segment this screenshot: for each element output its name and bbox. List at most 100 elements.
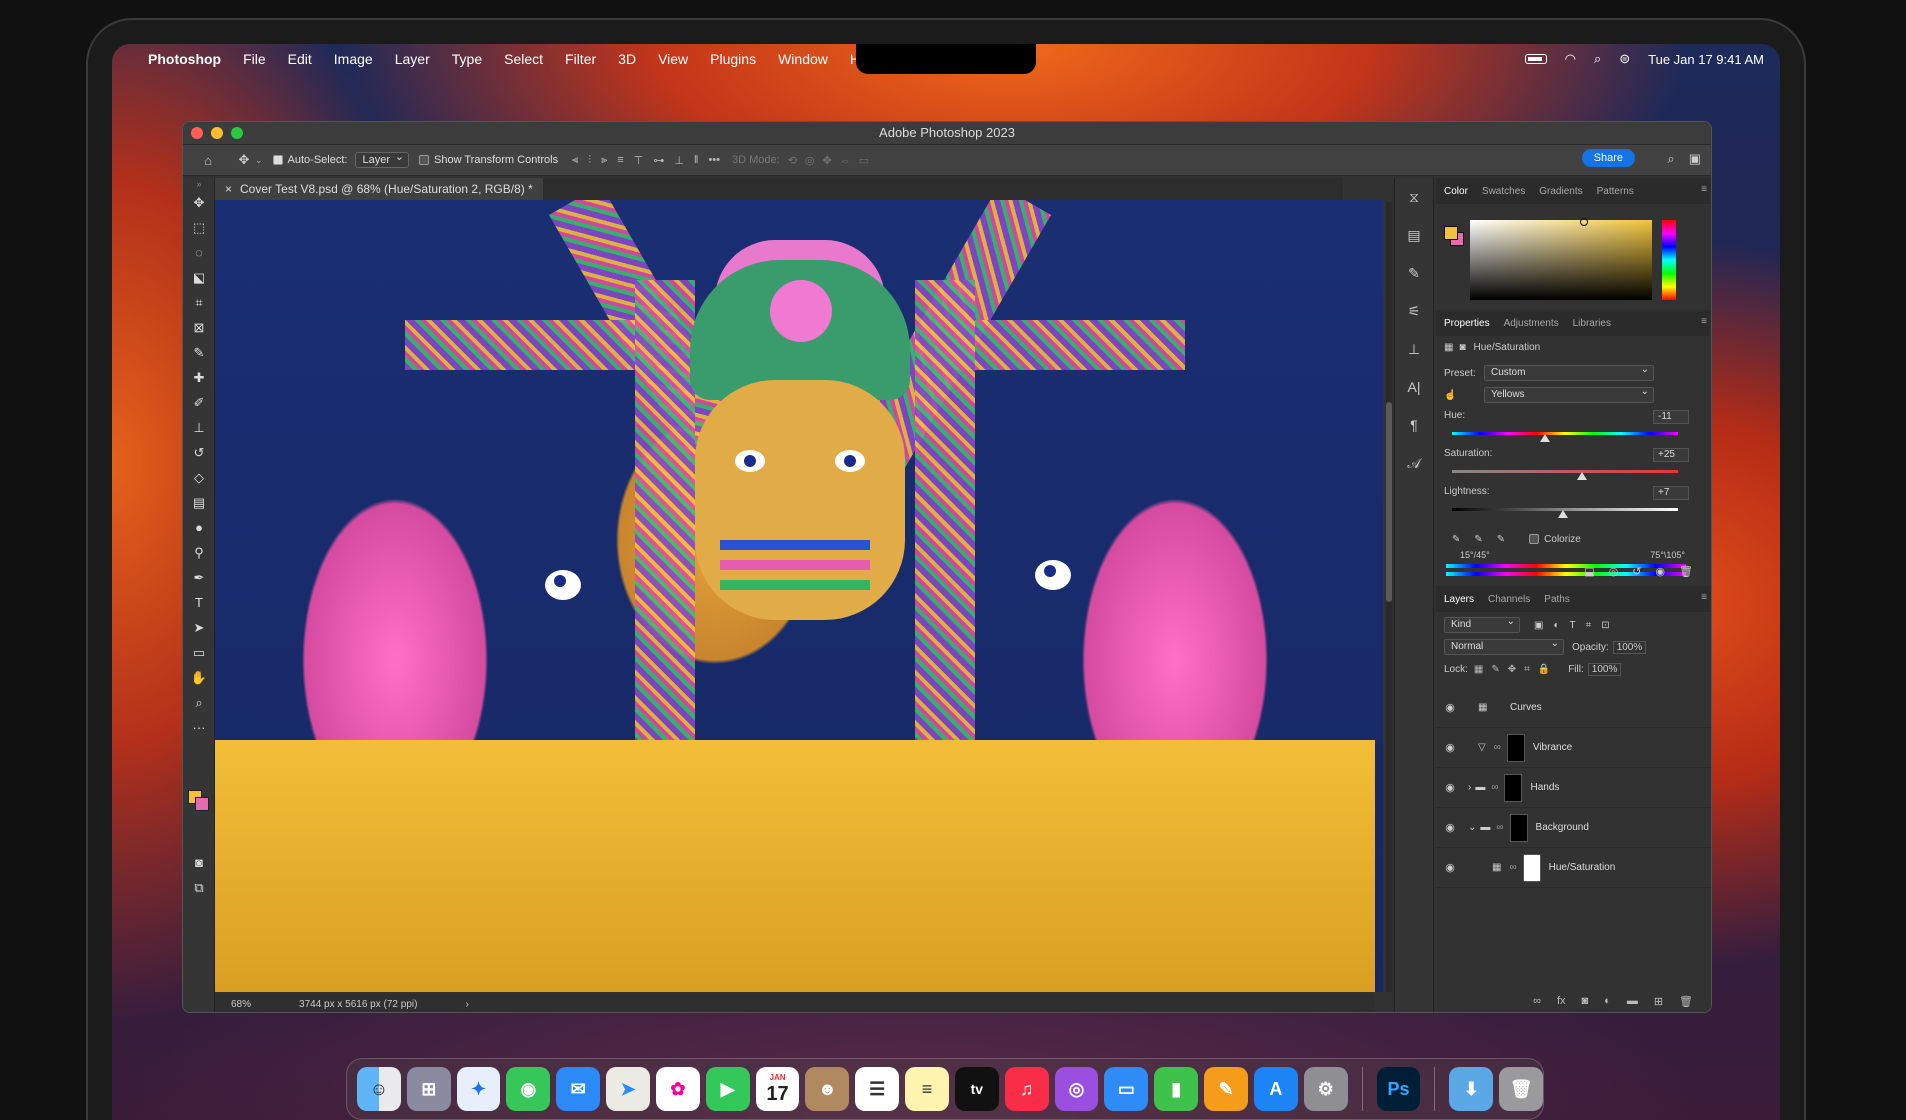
tab-swatches[interactable]: Swatches (1482, 186, 1525, 197)
opacity-field[interactable]: 100% (1612, 640, 1647, 654)
music-icon[interactable]: ♫ (1004, 1067, 1049, 1111)
layer-row-curves[interactable]: ◉ ▦ Curves (1436, 688, 1711, 728)
menu-clock[interactable]: Tue Jan 17 9:41 AM (1648, 52, 1764, 67)
colorize-checkbox[interactable] (1529, 534, 1540, 544)
align-right-icon[interactable]: ⫸ (601, 154, 607, 167)
menu-3d[interactable]: 3D (618, 51, 636, 67)
tab-adjustments[interactable]: Adjustments (1504, 318, 1559, 329)
apple-tv-icon[interactable]: tv (954, 1067, 999, 1111)
document-canvas[interactable] (215, 200, 1383, 992)
fill-field[interactable]: 100% (1587, 662, 1622, 676)
filter-kind-dropdown[interactable]: Kind (1444, 615, 1520, 633)
panel-menu-icon[interactable]: ≡ (1701, 316, 1707, 327)
saturation-value-field[interactable]: +25 (1653, 448, 1689, 462)
eyedropper-minus-icon[interactable]: ✎ (1497, 534, 1505, 545)
history-icon[interactable]: ⧖ (1395, 178, 1433, 216)
delete-icon[interactable]: 🗑 (1679, 565, 1693, 578)
eye-icon[interactable]: ◉ (1436, 701, 1464, 714)
numbers-icon[interactable]: ▮ (1154, 1067, 1199, 1111)
distribute-icon[interactable]: ≡ (617, 154, 623, 167)
downloads-folder-icon[interactable]: ⬇ (1449, 1067, 1494, 1111)
menu-type[interactable]: Type (452, 51, 482, 67)
collapse-icon[interactable]: » (183, 178, 215, 190)
preset-dropdown[interactable]: Custom (1484, 363, 1654, 381)
eyedropper-tool-icon[interactable]: ✎ (183, 340, 215, 365)
menu-filter[interactable]: Filter (565, 51, 596, 67)
layer-mask-thumbnail[interactable] (1522, 853, 1541, 882)
hue-slider[interactable] (1436, 426, 1711, 446)
3d-mode-icons[interactable]: ⟲◎✥⇔▭ (788, 154, 877, 167)
crop-tool-icon[interactable]: ⌗ (183, 290, 215, 315)
layer-row-hands[interactable]: ◉ › ▬ ∞ Hands (1436, 768, 1711, 808)
pen-tool-icon[interactable]: ✒ (183, 565, 215, 590)
eraser-tool-icon[interactable]: ◇ (183, 465, 215, 490)
tab-channels[interactable]: Channels (1488, 594, 1530, 605)
blend-mode-dropdown[interactable]: Normal (1444, 637, 1564, 655)
stamp-tool-icon[interactable]: ⊥ (183, 415, 215, 440)
menu-app-name[interactable]: Photoshop (148, 51, 221, 67)
layer-filter-icons[interactable]: ▣◐T⌗⊡ (1534, 620, 1620, 631)
eyedropper-plus-icon[interactable]: ✎ (1474, 534, 1482, 545)
photos-icon[interactable]: ✿ (655, 1067, 700, 1111)
tab-paths[interactable]: Paths (1544, 594, 1570, 605)
search-icon[interactable]: ⌕ (1594, 51, 1601, 67)
hue-value-field[interactable]: -11 (1653, 410, 1689, 424)
hue-slider[interactable] (1662, 220, 1676, 300)
share-button[interactable]: Share (1581, 149, 1635, 167)
reminders-icon[interactable]: ☰ (855, 1067, 900, 1111)
control-center-icon[interactable]: ⊜ (1619, 51, 1630, 67)
wifi-icon[interactable]: ◠ (1565, 51, 1576, 67)
lock-icons[interactable]: ▦✎✥⌗🔒 (1474, 664, 1558, 675)
document-tab[interactable]: × Cover Test V8.psd @ 68% (Hue/Saturatio… (215, 178, 543, 200)
move-tool-icon[interactable]: ✥ (183, 190, 215, 215)
podcasts-icon[interactable]: ◎ (1054, 1067, 1099, 1111)
color-field[interactable] (1470, 218, 1652, 300)
type-tool-icon[interactable]: T (183, 590, 215, 615)
menu-layer[interactable]: Layer (395, 51, 430, 67)
dodge-tool-icon[interactable]: ⚲ (183, 540, 215, 565)
status-chevron-icon[interactable]: › (465, 999, 468, 1010)
keynote-icon[interactable]: ▭ (1104, 1067, 1149, 1111)
path-select-tool-icon[interactable]: ➤ (183, 615, 215, 640)
search-icon[interactable]: ⌕ (1667, 151, 1674, 167)
mask-icon[interactable]: ◙ (1459, 342, 1465, 353)
battery-icon[interactable] (1524, 54, 1547, 64)
view-previous-icon[interactable]: ◎ (1609, 565, 1619, 578)
visibility-icon[interactable]: ◉ (1655, 565, 1665, 578)
align-center-icon[interactable]: ⫶ (588, 154, 591, 167)
mail-icon[interactable]: ✉ (556, 1067, 601, 1111)
maps-icon[interactable]: ➤ (606, 1067, 650, 1111)
layer-mask-thumbnail[interactable] (1506, 733, 1525, 762)
rectangle-tool-icon[interactable]: ▭ (183, 640, 215, 665)
new-group-icon[interactable]: ▬ (1627, 995, 1638, 1008)
fx-icon[interactable]: fx (1557, 995, 1566, 1008)
transform-controls-checkbox[interactable] (419, 155, 429, 165)
layer-row-vibrance[interactable]: ◉ ▽ ∞ Vibrance (1436, 728, 1711, 768)
gradient-tool-icon[interactable]: ▤ (183, 490, 215, 515)
tab-properties[interactable]: Properties (1444, 318, 1490, 329)
photoshop-icon[interactable]: Ps (1376, 1067, 1421, 1111)
calendar-icon[interactable]: JAN 17 (755, 1067, 800, 1111)
workspace-icon[interactable]: ▣ (1689, 151, 1701, 167)
foreground-color-swatch[interactable] (1444, 226, 1458, 240)
channel-dropdown[interactable]: Yellows (1484, 385, 1654, 403)
comments-icon[interactable]: ▤ (1395, 216, 1433, 254)
lightness-slider[interactable] (1436, 502, 1711, 522)
tab-libraries[interactable]: Libraries (1573, 318, 1611, 329)
expand-chevron-icon[interactable]: › (1468, 782, 1471, 793)
marquee-tool-icon[interactable]: ⬚ (183, 215, 215, 240)
zoom-button[interactable] (231, 127, 243, 139)
brush-settings-icon[interactable]: ⚟ (1395, 292, 1433, 330)
zoom-tool-icon[interactable]: ⌕ (183, 690, 215, 715)
finder-icon[interactable]: ☺ (357, 1067, 401, 1111)
reset-icon[interactable]: ↺ (1632, 565, 1641, 578)
frame-tool-icon[interactable]: ⊠ (183, 315, 215, 340)
screen-mode-icon[interactable]: ⧉ (183, 875, 215, 900)
menu-image[interactable]: Image (334, 51, 373, 67)
menu-file[interactable]: File (243, 51, 266, 67)
trash-icon[interactable]: 🗑 (1499, 1067, 1544, 1111)
close-tab-icon[interactable]: × (225, 178, 232, 200)
paragraph-icon[interactable]: ¶ (1395, 406, 1433, 444)
character-icon[interactable]: A| (1395, 368, 1433, 406)
menu-plugins[interactable]: Plugins (710, 51, 756, 67)
